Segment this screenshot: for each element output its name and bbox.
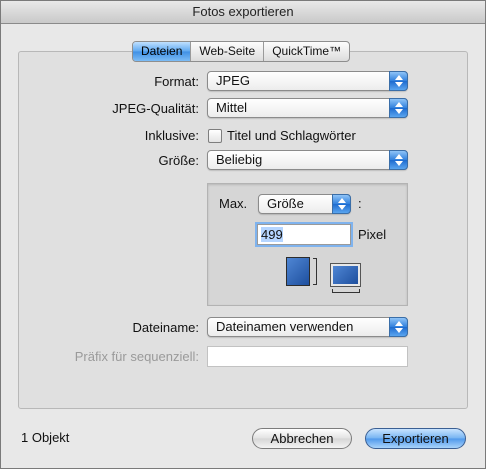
format-label: Format: — [154, 74, 199, 89]
max-pixels-input[interactable]: 499 — [257, 224, 351, 245]
quality-row: JPEG-Qualität: Mittel — [1, 98, 485, 120]
quality-value: Mittel — [216, 100, 248, 115]
filename-label: Dateiname: — [132, 320, 199, 335]
filename-popup[interactable]: Dateinamen verwenden — [207, 317, 408, 337]
tab-web-seite[interactable]: Web-Seite — [191, 42, 265, 61]
max-dimension-popup[interactable]: Größe — [258, 194, 351, 214]
pixel-unit-label: Pixel — [358, 227, 387, 242]
max-colon: : — [358, 196, 362, 211]
up-down-arrows-icon — [389, 98, 408, 118]
window-title: Fotos exportieren — [1, 1, 485, 24]
prefix-label: Präfix für sequenziell: — [74, 349, 199, 364]
landscape-bracket — [332, 289, 360, 293]
size-label: Größe: — [158, 153, 199, 168]
quality-popup[interactable]: Mittel — [207, 98, 408, 118]
max-pixels-value: 499 — [261, 227, 283, 242]
prefix-input — [207, 346, 408, 367]
max-dimension-value: Größe — [267, 196, 304, 211]
filename-row: Dateiname: Dateinamen verwenden — [1, 317, 485, 339]
up-down-arrows-icon — [389, 317, 408, 337]
export-button[interactable]: Exportieren — [365, 428, 466, 449]
object-count: 1 Objekt — [21, 430, 70, 445]
size-popup[interactable]: Beliebig — [207, 150, 408, 170]
export-dialog: Fotos exportieren Dateien Web-Seite Quic… — [0, 0, 486, 469]
tab-quicktime[interactable]: QuickTime™ — [264, 42, 349, 61]
include-titles-checkbox[interactable] — [208, 129, 222, 143]
cancel-button[interactable]: Abbrechen — [252, 428, 352, 449]
size-value: Beliebig — [216, 152, 263, 167]
tab-bar: Dateien Web-Seite QuickTime™ — [132, 41, 351, 62]
up-down-arrows-icon — [389, 150, 408, 170]
format-popup[interactable]: JPEG — [207, 71, 408, 91]
include-label: Inklusive: — [144, 128, 199, 143]
quality-label: JPEG-Qualität: — [112, 101, 199, 116]
format-value: JPEG — [216, 73, 250, 88]
max-label: Max. — [219, 196, 248, 211]
include-row: Inklusive: Titel und Schlagwörter — [1, 125, 485, 147]
up-down-arrows-icon — [389, 71, 408, 91]
filename-value: Dateinamen verwenden — [216, 319, 354, 334]
include-titles-label[interactable]: Titel und Schlagwörter — [227, 125, 356, 147]
landscape-orientation-icon — [330, 263, 361, 287]
portrait-orientation-icon — [286, 257, 310, 286]
prefix-row: Präfix für sequenziell: — [1, 346, 485, 368]
size-row: Größe: Beliebig — [1, 150, 485, 172]
portrait-bracket — [313, 258, 317, 285]
tab-dateien[interactable]: Dateien — [133, 42, 192, 61]
format-row: Format: JPEG — [1, 71, 485, 93]
up-down-arrows-icon — [332, 194, 351, 214]
